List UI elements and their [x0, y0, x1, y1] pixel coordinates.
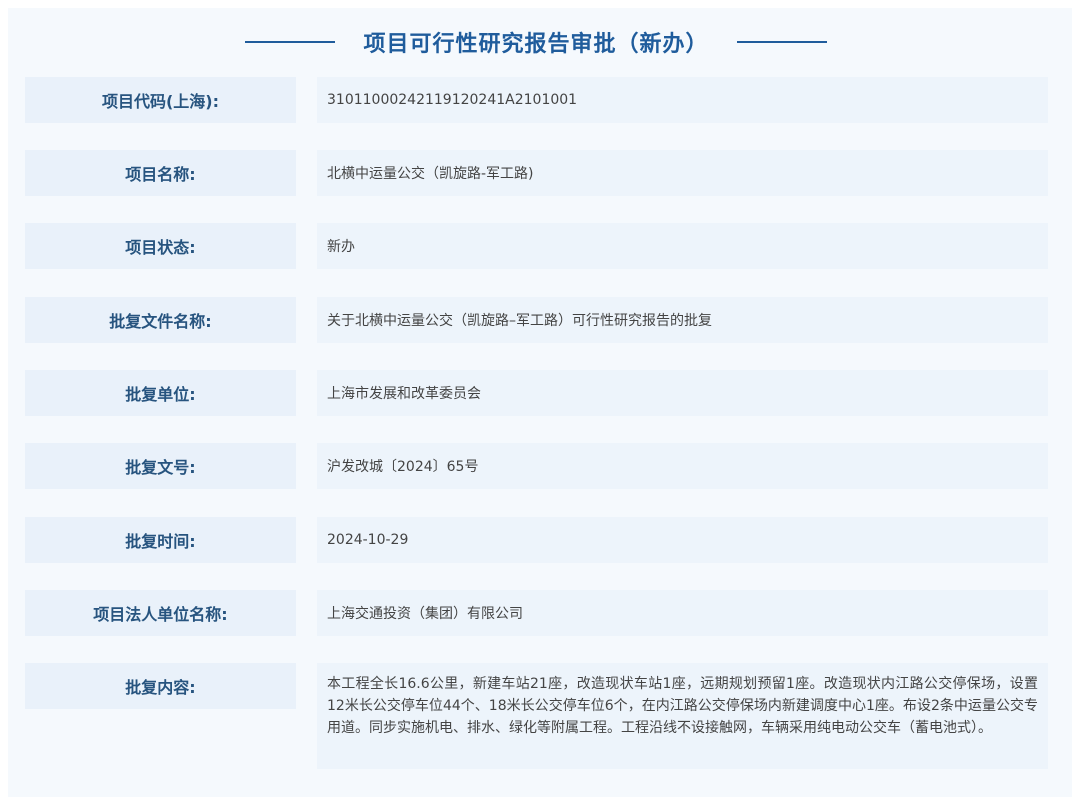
- field-label: 批复单位:: [25, 370, 296, 416]
- field-value-paragraph: 本工程全长16.6公里，新建车站21座，改造现状车站1座，远期规划预留1座。改造…: [317, 663, 1048, 769]
- field-label: 批复内容:: [25, 663, 296, 709]
- field-value: 2024-10-29: [317, 517, 1048, 563]
- field-value: 沪发改城〔2024〕65号: [317, 443, 1048, 489]
- title-bar: 项目可行性研究报告审批（新办）: [0, 22, 1072, 62]
- title-left-rule: [245, 41, 336, 43]
- field-label: 批复时间:: [25, 517, 296, 563]
- title-right-rule: [736, 41, 827, 43]
- field-value: 上海交通投资（集团）有限公司: [317, 590, 1048, 636]
- field-label: 批复文件名称:: [25, 297, 296, 343]
- field-value: 北横中运量公交（凯旋路-军工路): [317, 150, 1048, 196]
- field-value: 关于北横中运量公交（凯旋路–军工路）可行性研究报告的批复: [317, 297, 1048, 343]
- field-label: 批复文号:: [25, 443, 296, 489]
- field-value: 上海市发展和改革委员会: [317, 370, 1048, 416]
- page-title: 项目可行性研究报告审批（新办）: [363, 32, 709, 57]
- field-value: 新办: [317, 223, 1048, 269]
- field-label: 项目状态:: [25, 223, 296, 269]
- field-label: 项目法人单位名称:: [25, 590, 296, 636]
- field-value: 31011000242119120241A2101001: [317, 77, 1048, 123]
- field-label: 项目名称:: [25, 150, 296, 196]
- field-label: 项目代码(上海):: [25, 77, 296, 123]
